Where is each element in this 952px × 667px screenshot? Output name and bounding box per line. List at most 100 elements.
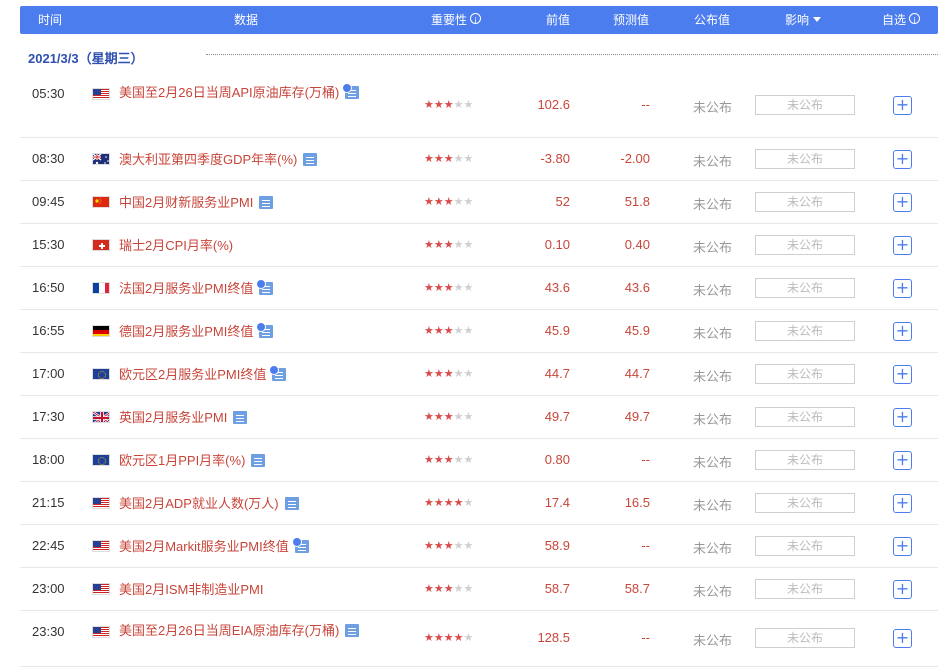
header-importance[interactable]: 重要性 i	[431, 13, 482, 27]
add-to-watchlist-button[interactable]: +	[893, 629, 912, 648]
star-icon: ★	[443, 194, 454, 208]
report-icon[interactable]	[284, 496, 299, 510]
add-to-watchlist-button[interactable]: +	[893, 278, 912, 298]
star-icon: ★	[453, 581, 464, 595]
importance-stars: ★★★★★	[424, 582, 473, 595]
event-name-link[interactable]: 美国2月ISM非制造业PMI	[119, 579, 399, 600]
flag-us-icon	[92, 582, 110, 595]
report-icon[interactable]	[303, 152, 318, 166]
star-icon: ★	[424, 409, 434, 423]
add-to-watchlist-button[interactable]: +	[893, 321, 912, 341]
event-name-link[interactable]: 美国至2月26日当周EIA原油库存(万桶)	[119, 620, 369, 641]
add-to-watchlist-button[interactable]: +	[893, 149, 912, 169]
flag-ch-icon	[92, 238, 110, 251]
star-icon: ★	[424, 280, 434, 294]
event-name-link[interactable]: 美国2月ADP就业人数(万人)	[119, 493, 399, 514]
header-importance-label: 重要性	[431, 13, 468, 27]
report-icon[interactable]	[251, 453, 266, 467]
table-row: 16:50 法国2月服务业PMI终值 ★★★★★ 43.6 43.6 未公布 未…	[20, 266, 938, 310]
previous-value: -3.80	[540, 150, 570, 166]
star-icon: ★	[453, 280, 464, 294]
event-name-link[interactable]: 德国2月服务业PMI终值	[119, 321, 399, 342]
event-name-link[interactable]: 欧元区1月PPI月率(%)	[119, 450, 399, 471]
info-icon[interactable]: i	[470, 13, 482, 25]
event-name-link[interactable]: 瑞士2月CPI月率(%)	[119, 235, 399, 256]
star-icon: ★	[453, 366, 464, 380]
info-icon[interactable]: i	[909, 13, 921, 25]
actual-value: 未公布	[693, 282, 733, 298]
event-time: 16:50	[32, 279, 65, 295]
star-icon: ★	[443, 366, 454, 380]
event-name-link[interactable]: 法国2月服务业PMI终值	[119, 278, 399, 299]
add-to-watchlist-button[interactable]: +	[893, 95, 912, 115]
table-row: 09:45 中国2月财新服务业PMI ★★★★★ 52 51.8 未公布 未公布…	[20, 180, 938, 224]
importance-stars: ★★★★★	[424, 496, 473, 509]
add-to-watchlist-button[interactable]: +	[893, 235, 912, 255]
event-name: 德国2月服务业PMI终值	[119, 323, 254, 339]
star-icon: ★	[433, 280, 444, 294]
star-icon: ★	[433, 323, 444, 337]
star-icon: ★	[443, 631, 454, 644]
video-report-icon[interactable]	[269, 364, 287, 381]
previous-value: 45.9	[544, 322, 570, 338]
star-icon: ★	[443, 280, 454, 294]
event-name: 欧元区2月服务业PMI终值	[119, 366, 267, 382]
event-name-link[interactable]: 美国2月Markit服务业PMI终值	[119, 536, 399, 557]
impact-badge: 未公布	[755, 277, 855, 298]
add-to-watchlist-button[interactable]: +	[893, 579, 912, 599]
event-time: 18:00	[32, 451, 65, 467]
event-name-link[interactable]: 美国至2月26日当周API原油库存(万桶)	[119, 82, 369, 103]
video-report-icon[interactable]	[256, 278, 274, 295]
event-name-link[interactable]: 欧元区2月服务业PMI终值	[119, 364, 399, 385]
actual-value: 未公布	[693, 497, 733, 513]
event-time: 23:00	[32, 580, 65, 596]
event-name: 欧元区1月PPI月率(%)	[119, 452, 246, 468]
event-name-link[interactable]: 英国2月服务业PMI	[119, 407, 399, 428]
star-icon: ★	[463, 194, 474, 208]
star-icon: ★	[424, 366, 434, 380]
actual-value: 未公布	[693, 239, 733, 255]
add-to-watchlist-button[interactable]: +	[893, 192, 912, 212]
header-data: 数据	[234, 13, 259, 27]
video-report-icon[interactable]	[342, 83, 360, 99]
flag-us-icon	[92, 88, 110, 100]
star-icon: ★	[453, 323, 464, 337]
star-icon: ★	[453, 409, 464, 423]
event-time: 16:55	[32, 322, 65, 338]
report-icon[interactable]	[259, 195, 274, 209]
flag-eu-icon	[92, 367, 110, 380]
add-to-watchlist-button[interactable]: +	[893, 493, 912, 513]
star-icon: ★	[463, 495, 474, 509]
importance-stars: ★★★★★	[424, 281, 473, 294]
star-icon: ★	[443, 452, 454, 466]
event-name-link[interactable]: 澳大利亚第四季度GDP年率(%)	[119, 149, 399, 170]
forecast-value: --	[641, 451, 650, 467]
event-name: 美国2月Markit服务业PMI终值	[119, 538, 289, 554]
event-time: 23:30	[32, 624, 65, 639]
event-name-link[interactable]: 中国2月财新服务业PMI	[119, 192, 399, 213]
actual-value: 未公布	[693, 325, 733, 341]
report-icon[interactable]	[345, 624, 360, 637]
video-report-icon[interactable]	[256, 321, 274, 338]
impact-badge: 未公布	[755, 148, 855, 169]
event-time: 22:45	[32, 537, 65, 553]
star-icon: ★	[424, 631, 434, 644]
add-to-watchlist-button[interactable]: +	[893, 364, 912, 384]
forecast-value: --	[641, 96, 650, 112]
header-impact-label: 影响	[785, 13, 810, 27]
video-report-icon[interactable]	[291, 536, 309, 553]
add-to-watchlist-button[interactable]: +	[893, 407, 912, 427]
impact-badge: 未公布	[755, 449, 855, 470]
star-icon: ★	[463, 581, 474, 595]
add-to-watchlist-button[interactable]: +	[893, 450, 912, 470]
forecast-value: 58.7	[624, 580, 650, 596]
star-icon: ★	[424, 452, 434, 466]
date-label: 2021/3/3（星期三）	[28, 51, 144, 66]
header-impact-sort[interactable]: 影响	[785, 13, 822, 27]
add-to-watchlist-button[interactable]: +	[893, 536, 912, 556]
star-icon: ★	[463, 366, 474, 380]
report-icon[interactable]	[233, 410, 248, 424]
star-icon: ★	[463, 97, 474, 111]
star-icon: ★	[463, 538, 474, 552]
importance-stars: ★★★★★	[424, 324, 473, 337]
